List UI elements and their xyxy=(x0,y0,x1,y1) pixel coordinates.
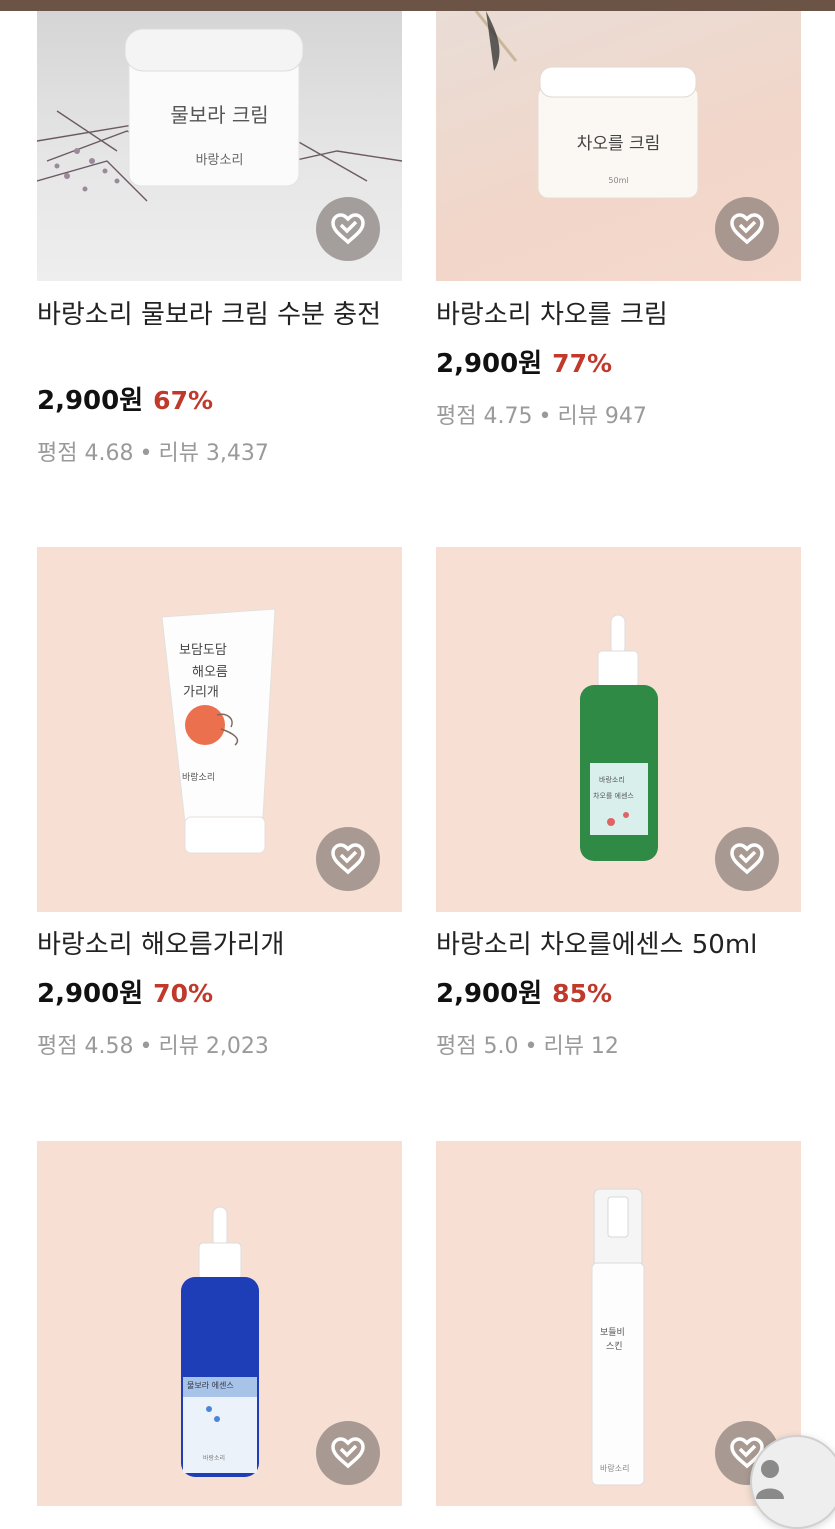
bottle-label-brand: 바랑소리 xyxy=(600,1464,630,1473)
price-row: 2,900원 67% xyxy=(37,380,213,417)
heart-icon xyxy=(730,843,764,875)
price-row: 2,900원 85% xyxy=(436,973,612,1010)
product-image[interactable]: 차오를 크림 50ml xyxy=(436,11,801,281)
bottle-label-name: 보들비 xyxy=(600,1328,625,1338)
product-image[interactable]: 물보라 크림 바랑소리 xyxy=(37,11,402,281)
wishlist-button[interactable] xyxy=(316,197,380,261)
review-count: 리뷰 12 xyxy=(543,1034,619,1059)
price-row: 2,900원 77% xyxy=(436,343,612,380)
bottle-label-name: 물보라 에센스 xyxy=(187,1381,234,1390)
tube-label-line3: 가리개 xyxy=(183,685,219,700)
floating-profile-button[interactable] xyxy=(750,1435,835,1529)
product-image[interactable]: 물보라 에센스 바랑소리 xyxy=(37,1141,402,1506)
price-row: 2,900원 70% xyxy=(37,973,213,1010)
product-title[interactable]: 바랑소리 해오름가리개 xyxy=(37,927,402,964)
review-count: 리뷰 947 xyxy=(557,404,647,429)
wishlist-button[interactable] xyxy=(316,1421,380,1485)
product-card[interactable]: 보들비 스킨 바랑소리 xyxy=(436,1141,801,1506)
bottle-label-name: 차오를 에센스 xyxy=(593,792,634,800)
review-count: 리뷰 3,437 xyxy=(158,441,269,466)
heart-icon xyxy=(730,213,764,245)
product-card[interactable]: 물보라 에센스 바랑소리 xyxy=(37,1141,402,1506)
heart-icon xyxy=(331,843,365,875)
separator: • xyxy=(524,1034,538,1059)
bottle-label-brand: 바랑소리 xyxy=(599,776,625,784)
jar-label-name: 물보라 크림 xyxy=(170,103,269,127)
product-title[interactable]: 바랑소리 차오를에센스 50ml xyxy=(436,927,801,964)
bottle-label-type: 스킨 xyxy=(606,1342,623,1352)
separator: • xyxy=(139,1034,153,1059)
person-icon xyxy=(756,1460,784,1499)
rating: 평점 4.75 xyxy=(436,404,533,429)
tube-label-brand: 바랑소리 xyxy=(182,773,216,783)
review-count: 리뷰 2,023 xyxy=(158,1034,269,1059)
bottle-label-brand: 바랑소리 xyxy=(203,1455,226,1462)
product-image[interactable]: 보들비 스킨 바랑소리 xyxy=(436,1141,801,1506)
product-price: 2,900원 xyxy=(436,979,543,1009)
rating-meta: 평점 4.75 • 리뷰 947 xyxy=(436,398,647,430)
product-card[interactable]: 차오를 크림 50ml 바랑소리 차오를 크림 2,900원 77% 평점 4.7… xyxy=(436,0,801,480)
rating: 평점 5.0 xyxy=(436,1034,519,1059)
rating-meta: 평점 4.58 • 리뷰 2,023 xyxy=(37,1028,269,1060)
wishlist-button[interactable] xyxy=(715,197,779,261)
heart-icon xyxy=(331,1437,365,1469)
discount-rate: 85% xyxy=(552,979,613,1008)
jar-label-name: 차오를 크림 xyxy=(576,134,661,154)
jar-label-volume: 50ml xyxy=(608,176,629,185)
product-price: 2,900원 xyxy=(37,386,144,416)
jar-label-brand: 바랑소리 xyxy=(195,153,244,168)
heart-icon xyxy=(331,213,365,245)
rating-meta: 평점 5.0 • 리뷰 12 xyxy=(436,1028,619,1060)
wishlist-button[interactable] xyxy=(316,827,380,891)
product-price: 2,900원 xyxy=(436,349,543,379)
product-title[interactable]: 바랑소리 물보라 크림 수분 충전 xyxy=(37,297,402,334)
rating: 평점 4.68 xyxy=(37,441,134,466)
product-price: 2,900원 xyxy=(37,979,144,1009)
wishlist-button[interactable] xyxy=(715,827,779,891)
discount-rate: 77% xyxy=(552,349,613,378)
product-title[interactable]: 바랑소리 차오를 크림 xyxy=(436,297,801,334)
tube-label-line1: 보담도담 xyxy=(179,643,227,658)
product-card[interactable]: 바랑소리 차오를 에센스 바랑소리 차오를에센스 50ml 2,900원 85% … xyxy=(436,547,801,1067)
product-card[interactable]: 보담도담 해오름 가리개 바랑소리 바랑소리 해오름가리개 2,900원 70% … xyxy=(37,547,402,1067)
product-card[interactable]: 물보라 크림 바랑소리 바랑소리 물보라 크림 수분 충전 2,900원 67% … xyxy=(37,0,402,480)
rating-meta: 평점 4.68 • 리뷰 3,437 xyxy=(37,435,269,467)
discount-rate: 67% xyxy=(153,386,214,415)
rating: 평점 4.58 xyxy=(37,1034,134,1059)
separator: • xyxy=(139,441,153,466)
discount-rate: 70% xyxy=(153,979,214,1008)
tube-label-line2: 해오름 xyxy=(192,665,228,680)
separator: • xyxy=(538,404,552,429)
product-image[interactable]: 보담도담 해오름 가리개 바랑소리 xyxy=(37,547,402,912)
product-image[interactable]: 바랑소리 차오를 에센스 xyxy=(436,547,801,912)
